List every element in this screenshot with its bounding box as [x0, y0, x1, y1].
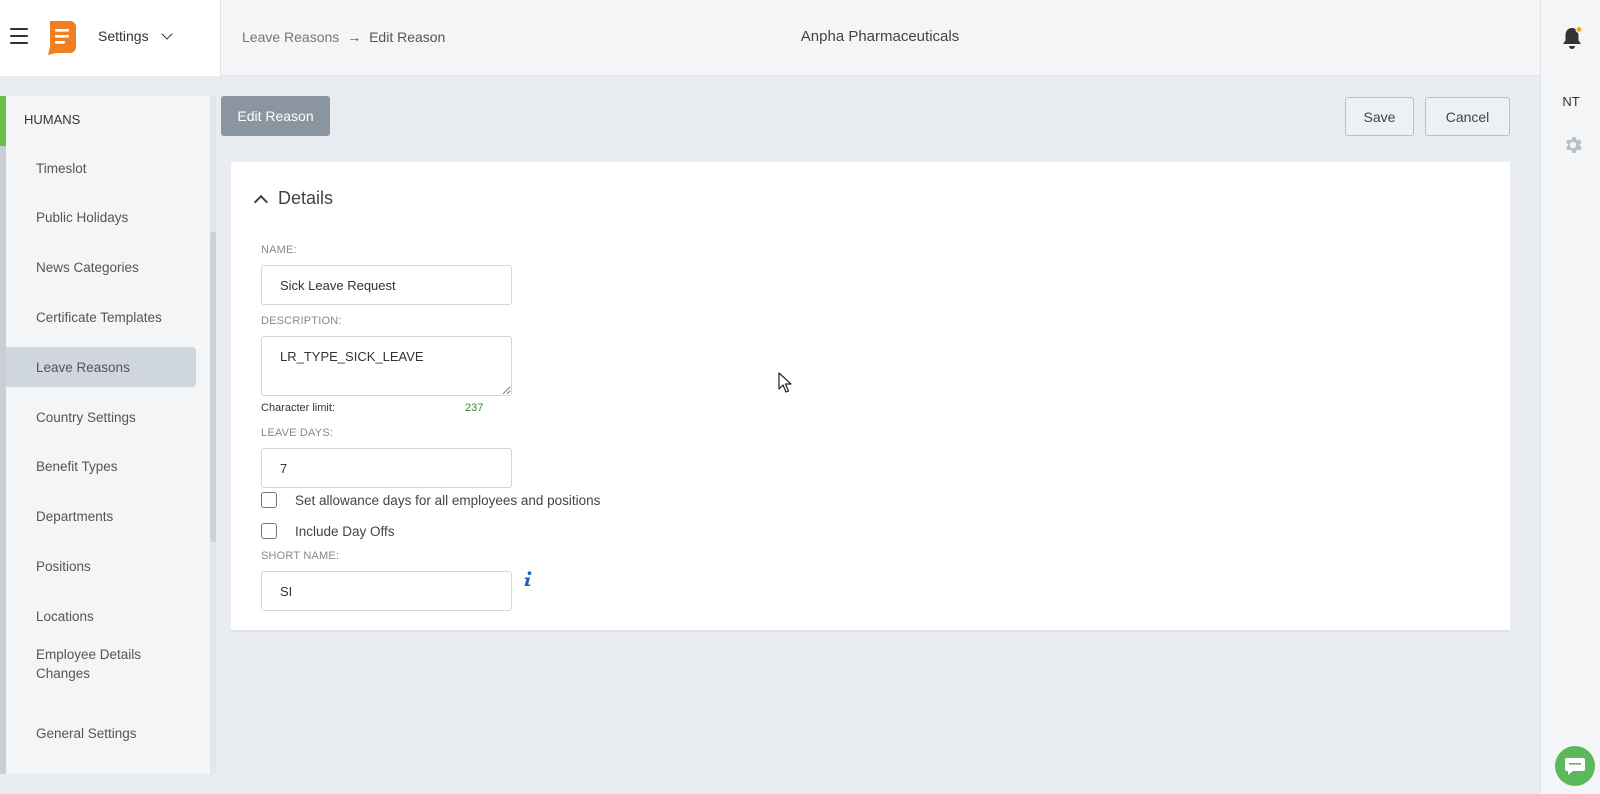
sidebar-item-employee-details-changes[interactable]: Employee Details Changes	[6, 639, 166, 689]
sidebar-item-news-categories[interactable]: News Categories	[6, 247, 196, 287]
details-card: Details NAME: DESCRIPTION: LR_TYPE_SICK_…	[231, 162, 1510, 632]
sidebar-item-departments[interactable]: Departments	[6, 496, 196, 536]
allowance-checkbox[interactable]	[261, 492, 277, 508]
right-rail: NT	[1540, 0, 1600, 794]
short-name-input[interactable]	[261, 571, 512, 611]
leave-days-label: LEAVE DAYS:	[261, 427, 334, 439]
top-bar-brand-area: Settings	[0, 0, 221, 76]
name-input[interactable]	[261, 265, 512, 305]
breadcrumb-parent-link[interactable]: Leave Reasons	[242, 29, 339, 45]
notification-bell-icon[interactable]	[1561, 26, 1583, 50]
breadcrumb-current: Edit Reason	[369, 29, 446, 45]
description-label: DESCRIPTION:	[261, 315, 342, 327]
chat-support-button[interactable]	[1555, 746, 1595, 786]
sidebar: HUMANS Timeslot Public Holidays News Cat…	[0, 76, 221, 794]
sidebar-item-label: Departments	[36, 508, 114, 524]
character-limit-label: Character limit:	[261, 402, 335, 414]
info-icon[interactable]	[522, 571, 534, 587]
sidebar-item-timeslot[interactable]: Timeslot	[6, 148, 196, 188]
name-label: NAME:	[261, 244, 297, 256]
sidebar-scrollbar-thumb[interactable]	[210, 232, 216, 542]
company-name: Anpha Pharmaceuticals	[800, 28, 960, 45]
sidebar-item-general-settings[interactable]: General Settings	[6, 713, 196, 753]
sidebar-item-benefit-types[interactable]: Benefit Types	[6, 446, 196, 486]
mouse-cursor-icon	[778, 372, 792, 393]
chevron-down-icon	[160, 28, 173, 40]
dayoffs-checkbox-row[interactable]: Include Day Offs	[261, 523, 395, 539]
breadcrumb: Leave Reasons → Edit Reason	[242, 29, 445, 45]
top-bar: Settings Leave Reasons → Edit Reason Anp…	[0, 0, 1540, 76]
sidebar-section-title: HUMANS	[24, 112, 81, 127]
user-avatar[interactable]: NT	[1541, 94, 1600, 109]
sidebar-item-label: Benefit Types	[36, 458, 118, 474]
character-limit-count: 237	[465, 402, 484, 414]
breadcrumb-separator: →	[347, 29, 362, 45]
short-name-label: SHORT NAME:	[261, 550, 340, 562]
sidebar-item-locations[interactable]: Locations	[6, 596, 196, 636]
sidebar-item-label: News Categories	[36, 259, 139, 275]
sidebar-item-label: Employee Details Changes	[36, 647, 142, 681]
sidebar-item-label: Positions	[36, 558, 91, 574]
sidebar-item-label: Locations	[36, 608, 94, 624]
allowance-checkbox-row[interactable]: Set allowance days for all employees and…	[261, 492, 600, 508]
save-button[interactable]: Save	[1345, 97, 1414, 136]
sidebar-item-leave-reasons[interactable]: Leave Reasons	[6, 347, 196, 387]
allowance-checkbox-label: Set allowance days for all employees and…	[295, 492, 601, 508]
sidebar-item-label: General Settings	[36, 725, 137, 741]
edit-reason-tab-button[interactable]: Edit Reason	[221, 96, 330, 136]
sidebar-item-label: Public Holidays	[36, 209, 129, 225]
sidebar-item-certificate-templates[interactable]: Certificate Templates	[6, 297, 196, 337]
description-textarea[interactable]: LR_TYPE_SICK_LEAVE	[261, 336, 512, 396]
sidebar-item-label: Certificate Templates	[36, 309, 162, 325]
gear-icon[interactable]	[1562, 134, 1584, 156]
cancel-button[interactable]: Cancel	[1425, 97, 1510, 136]
chat-bubble-icon	[1565, 758, 1585, 775]
sidebar-item-public-holidays[interactable]: Public Holidays	[6, 197, 196, 237]
details-section-toggle[interactable]: Details	[253, 188, 334, 209]
leave-days-input[interactable]	[261, 448, 512, 488]
hamburger-menu-icon[interactable]	[10, 28, 28, 46]
app-switcher-dropdown[interactable]: Settings	[98, 28, 173, 44]
sidebar-section-accent	[0, 96, 6, 146]
sidebar-item-label: Timeslot	[36, 160, 87, 176]
sidebar-item-country-settings[interactable]: Country Settings	[6, 397, 196, 437]
app-logo-icon[interactable]	[46, 19, 78, 55]
sidebar-item-label: Leave Reasons	[36, 359, 130, 375]
chevron-up-icon	[253, 194, 269, 209]
app-switcher-label: Settings	[98, 28, 149, 44]
details-section-title: Details	[278, 188, 334, 208]
sidebar-scrollbar[interactable]	[210, 96, 216, 774]
sidebar-item-label: Country Settings	[36, 409, 136, 425]
dayoffs-checkbox-label: Include Day Offs	[295, 523, 395, 539]
dayoffs-checkbox[interactable]	[261, 523, 277, 539]
sidebar-item-positions[interactable]: Positions	[6, 546, 196, 586]
